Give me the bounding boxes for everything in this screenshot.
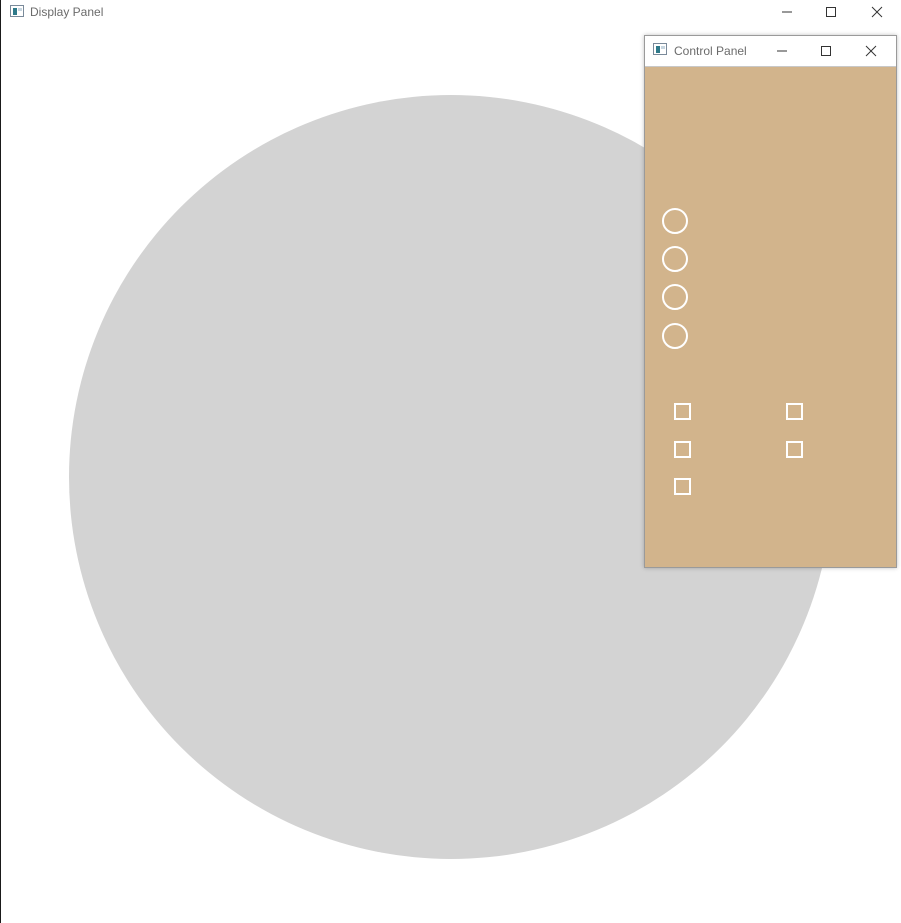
radio-button-3[interactable] [662, 284, 688, 310]
minimize-button[interactable] [760, 36, 804, 66]
close-icon [871, 6, 883, 18]
checkbox-left-3[interactable] [674, 478, 691, 495]
minimize-icon [782, 11, 792, 13]
radio-button-4[interactable] [662, 323, 688, 349]
checkbox-right-1[interactable] [786, 403, 803, 420]
window-title: Control Panel [674, 44, 747, 58]
checkbox-left-2[interactable] [674, 441, 691, 458]
app-window-icon [10, 5, 24, 17]
checkbox-right-2[interactable] [786, 441, 803, 458]
maximize-icon [821, 46, 831, 56]
maximize-icon [826, 7, 836, 17]
control-panel-window: Control Panel [644, 35, 897, 568]
app-window-icon [653, 43, 667, 55]
close-button[interactable] [855, 0, 899, 24]
minimize-button[interactable] [765, 0, 809, 24]
minimize-icon [777, 50, 787, 52]
checkbox-left-1[interactable] [674, 403, 691, 420]
radio-button-2[interactable] [662, 246, 688, 272]
maximize-button[interactable] [809, 0, 853, 24]
close-icon [865, 45, 877, 57]
maximize-button[interactable] [804, 36, 848, 66]
radio-button-1[interactable] [662, 208, 688, 234]
control-panel-titlebar[interactable]: Control Panel [645, 36, 896, 67]
window-title: Display Panel [30, 5, 104, 19]
display-panel-titlebar[interactable]: Display Panel [1, 0, 901, 24]
close-button[interactable] [849, 36, 893, 66]
